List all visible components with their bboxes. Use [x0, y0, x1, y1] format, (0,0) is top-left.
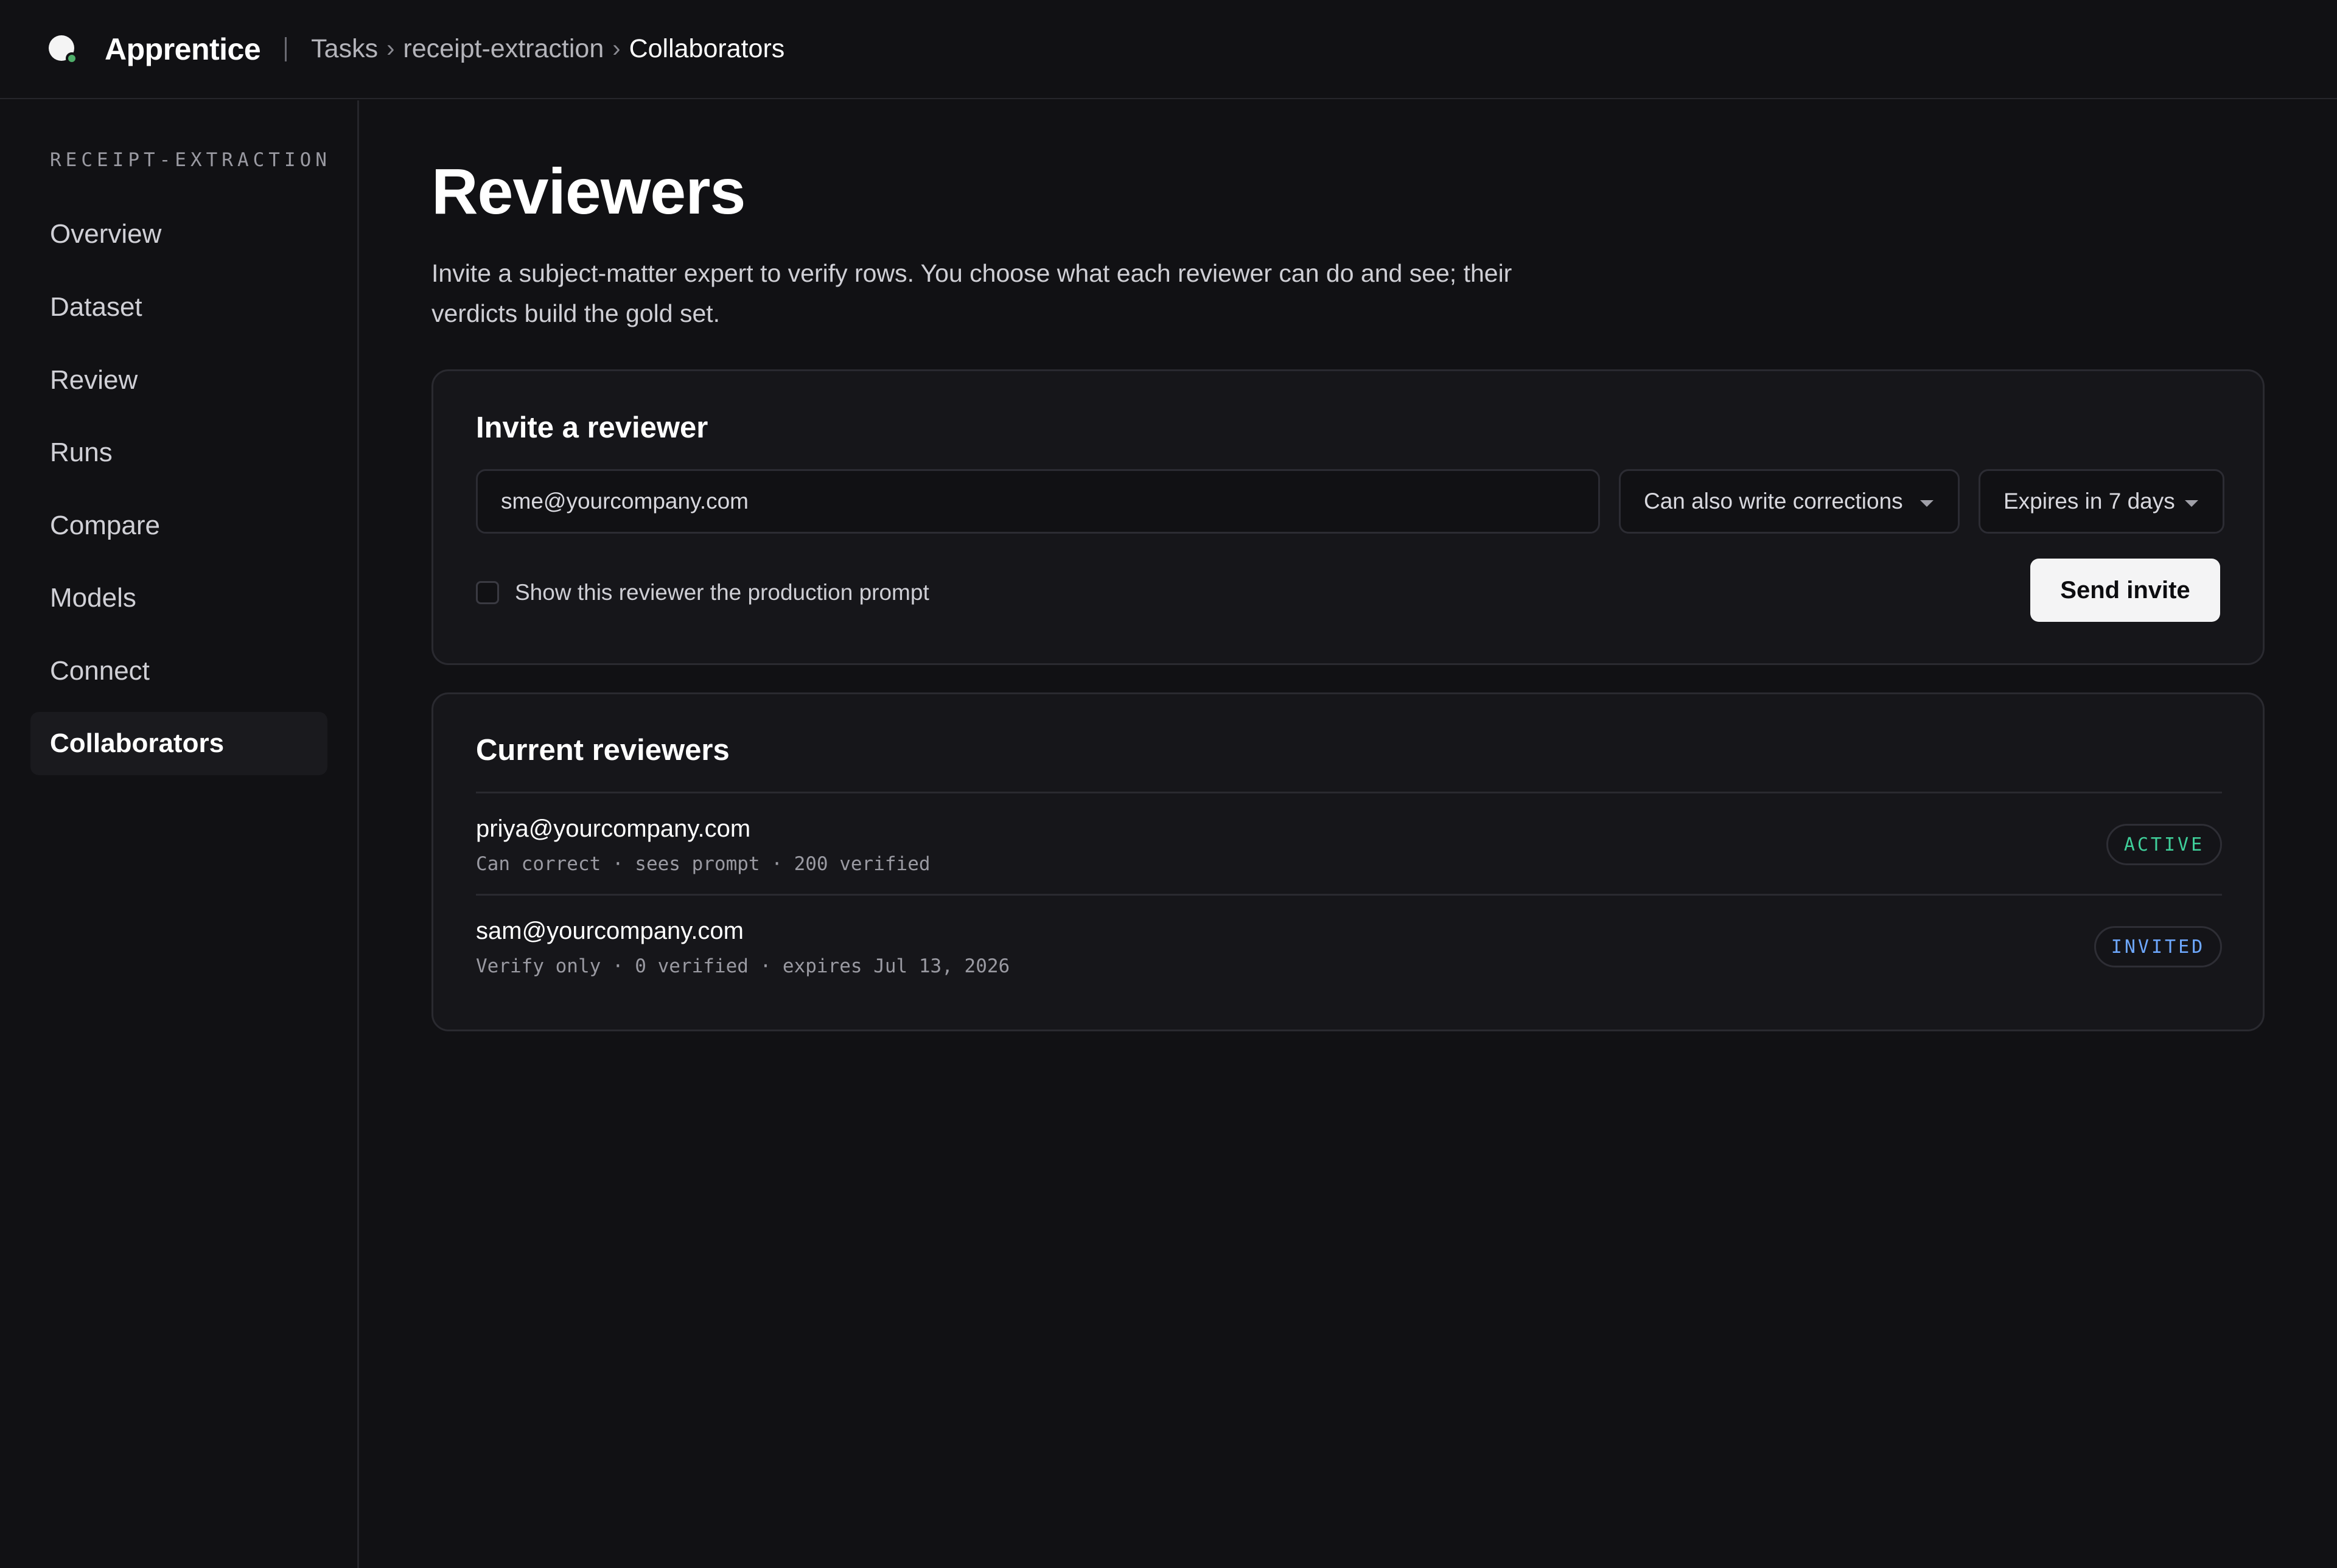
top-bar: Apprentice Tasks › receipt-extraction › …	[0, 0, 2337, 99]
invite-card-title: Invite a reviewer	[476, 411, 708, 444]
reviewer-row[interactable]: sam@yourcompany.com Verify only · 0 veri…	[476, 894, 2222, 996]
reviewer-email: priya@yourcompany.com	[476, 815, 751, 842]
breadcrumb-tasks[interactable]: Tasks	[311, 34, 378, 64]
breadcrumb-chevron-icon: ›	[612, 35, 621, 62]
sidebar-item-overview[interactable]: Overview	[30, 203, 327, 266]
permission-select[interactable]: Can also write corrections	[1619, 469, 1960, 534]
sidebar-item-collaborators[interactable]: Collaborators	[30, 712, 327, 775]
show-prompt-label: Show this reviewer the production prompt	[515, 580, 929, 605]
page-subtitle: Invite a subject-matter expert to verify…	[431, 259, 1512, 327]
status-badge: ACTIVE	[2106, 824, 2222, 865]
sidebar-item-compare[interactable]: Compare	[30, 494, 327, 557]
invite-card: Invite a reviewer sme@yourcompany.com Ca…	[431, 369, 2265, 665]
email-input[interactable]: sme@yourcompany.com	[476, 469, 1600, 534]
sidebar-item-models[interactable]: Models	[30, 566, 327, 630]
sidebar-item-runs[interactable]: Runs	[30, 421, 327, 484]
breadcrumb: Tasks › receipt-extraction › Collaborato…	[311, 34, 784, 64]
sidebar-item-connect[interactable]: Connect	[30, 639, 327, 703]
sidebar-heading: RECEIPT-EXTRACTION	[50, 149, 331, 171]
breadcrumb-current: Collaborators	[629, 34, 785, 63]
breadcrumb-chevron-icon: ›	[386, 35, 395, 62]
sidebar-item-dataset[interactable]: Dataset	[30, 276, 327, 339]
show-prompt-checkbox[interactable]	[476, 581, 499, 604]
page-title: Reviewers	[431, 156, 746, 228]
reviewers-card-title: Current reviewers	[476, 734, 730, 767]
reviewer-meta: Can correct · sees prompt · 200 verified	[476, 853, 931, 875]
expiry-select[interactable]: Expires in 7 days	[1979, 469, 2224, 534]
sidebar: RECEIPT-EXTRACTION Overview Dataset Revi…	[0, 100, 359, 1568]
chevron-down-icon	[1920, 500, 1934, 507]
app-logo-icon[interactable]	[49, 35, 78, 64]
permission-select-value: Can also write corrections	[1644, 489, 1903, 514]
app-name[interactable]: Apprentice	[105, 32, 261, 67]
reviewer-email: sam@yourcompany.com	[476, 918, 744, 944]
reviewer-meta: Verify only · 0 verified · expires Jul 1…	[476, 955, 1010, 977]
reviewer-row[interactable]: priya@yourcompany.com Can correct · sees…	[476, 792, 2222, 894]
chevron-down-icon	[2185, 500, 2198, 507]
expiry-select-value: Expires in 7 days	[2003, 489, 2175, 514]
show-prompt-option[interactable]: Show this reviewer the production prompt	[476, 580, 929, 605]
send-invite-button[interactable]: Send invite	[2030, 559, 2220, 622]
breadcrumb-task[interactable]: receipt-extraction	[403, 34, 604, 64]
reviewers-card: Current reviewers priya@yourcompany.com …	[431, 692, 2265, 1031]
logo-status-dot	[66, 52, 78, 64]
email-input-value: sme@yourcompany.com	[501, 489, 749, 514]
header-divider	[285, 37, 287, 61]
status-badge: INVITED	[2094, 926, 2222, 967]
sidebar-item-review[interactable]: Review	[30, 349, 327, 412]
